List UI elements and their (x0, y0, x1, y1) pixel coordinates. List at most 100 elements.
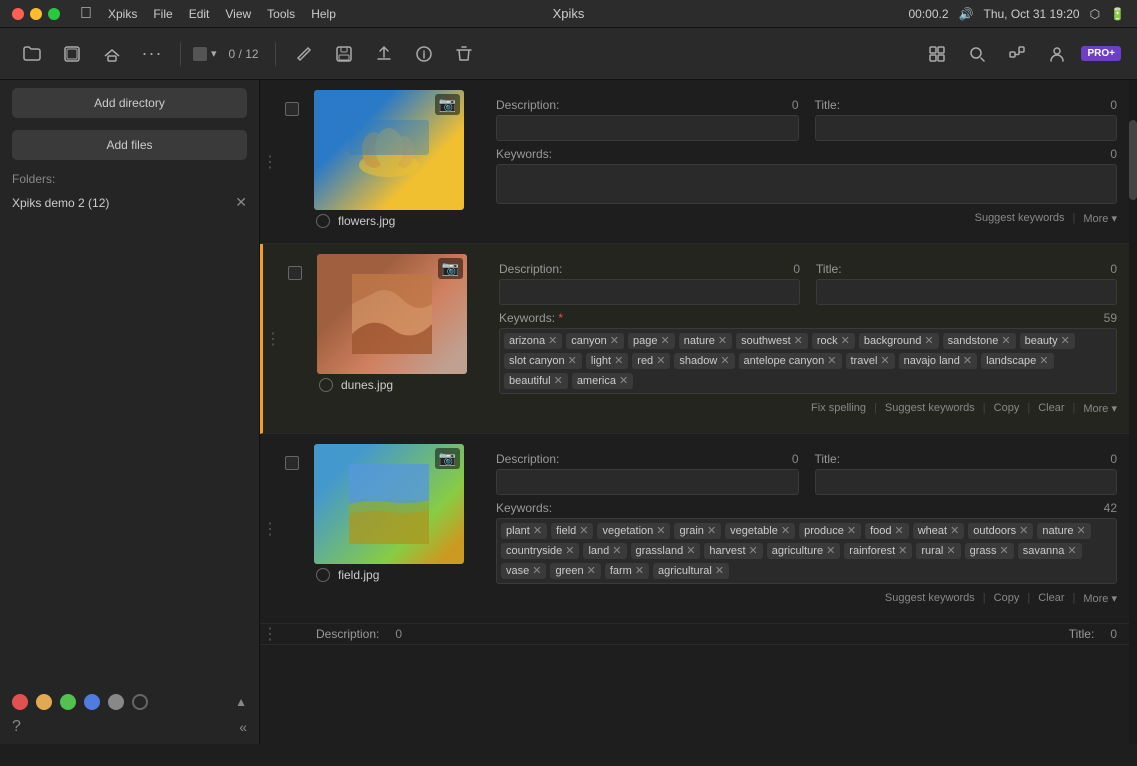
hat-icon[interactable] (96, 38, 128, 70)
remove-keyword-icon[interactable]: ✕ (880, 356, 889, 367)
remove-keyword-icon[interactable]: ✕ (898, 546, 907, 557)
remove-keyword-icon[interactable]: ✕ (548, 336, 557, 347)
menu-xpiks[interactable]: Xpiks (108, 7, 137, 21)
remove-keyword-icon[interactable]: ✕ (656, 356, 665, 367)
remove-keyword-icon[interactable]: ✕ (612, 546, 621, 557)
remove-keyword-icon[interactable]: ✕ (533, 526, 542, 537)
volume-icon[interactable]: 🔊 (959, 7, 974, 21)
remove-keyword-icon[interactable]: ✕ (1077, 526, 1086, 537)
remove-keyword-icon[interactable]: ✕ (950, 526, 959, 537)
color-dot-yellow[interactable] (36, 694, 52, 710)
remove-keyword-icon[interactable]: ✕ (619, 376, 628, 387)
grid-view-icon[interactable] (921, 38, 953, 70)
save-icon[interactable] (328, 38, 360, 70)
minimize-button[interactable] (30, 8, 42, 20)
suggest-keywords-link[interactable]: Suggest keywords (885, 592, 975, 605)
remove-keyword-icon[interactable]: ✕ (656, 526, 665, 537)
help-icon[interactable]: ? (12, 718, 21, 736)
remove-keyword-icon[interactable]: ✕ (686, 546, 695, 557)
radio-button[interactable] (319, 378, 333, 392)
title-input[interactable] (816, 279, 1117, 305)
image-checkbox[interactable] (288, 266, 302, 280)
remove-keyword-icon[interactable]: ✕ (963, 356, 972, 367)
remove-keyword-icon[interactable]: ✕ (718, 336, 727, 347)
drag-handle[interactable]: ⋮ (260, 444, 280, 613)
radio-button[interactable] (316, 214, 330, 228)
add-directory-button[interactable]: Add directory (12, 88, 247, 118)
remove-keyword-icon[interactable]: ✕ (532, 566, 541, 577)
keywords-container[interactable]: plant✕ field✕ vegetation✕ grain✕ vegetab… (496, 518, 1117, 584)
more-link[interactable]: More ▾ (1083, 402, 1117, 415)
remove-keyword-icon[interactable]: ✕ (847, 526, 856, 537)
remove-keyword-icon[interactable]: ✕ (1067, 546, 1076, 557)
image-checkbox[interactable] (285, 102, 299, 116)
remove-keyword-icon[interactable]: ✕ (579, 526, 588, 537)
keywords-container[interactable]: arizona✕ canyon✕ page✕ nature✕ southwest… (499, 328, 1117, 394)
info-icon[interactable] (408, 38, 440, 70)
remove-keyword-icon[interactable]: ✕ (1000, 546, 1009, 557)
sidebar-folder-item[interactable]: Xpiks demo 2 (12) ✕ (0, 190, 259, 215)
remove-keyword-icon[interactable]: ✕ (610, 336, 619, 347)
color-dot-red[interactable] (12, 694, 28, 710)
remove-keyword-icon[interactable]: ✕ (1061, 336, 1070, 347)
color-swatch-picker[interactable]: ▾ (193, 47, 217, 61)
title-input[interactable] (815, 115, 1118, 141)
remove-folder-icon[interactable]: ✕ (235, 194, 247, 211)
remove-keyword-icon[interactable]: ✕ (568, 356, 577, 367)
more-dots-icon[interactable]: ··· (136, 38, 168, 70)
description-input[interactable] (496, 469, 799, 495)
collapse-sidebar-icon[interactable]: « (239, 719, 247, 735)
color-dot-blue[interactable] (84, 694, 100, 710)
menu-file[interactable]: File (153, 7, 172, 21)
keywords-container[interactable] (496, 164, 1117, 204)
remove-keyword-icon[interactable]: ✕ (924, 336, 933, 347)
more-link[interactable]: More ▾ (1083, 592, 1117, 605)
remove-keyword-icon[interactable]: ✕ (635, 566, 644, 577)
description-input[interactable] (499, 279, 800, 305)
apple-icon[interactable]:  (80, 5, 92, 23)
menu-view[interactable]: View (225, 7, 251, 21)
add-files-button[interactable]: Add files (12, 130, 247, 160)
remove-keyword-icon[interactable]: ✕ (826, 546, 835, 557)
description-input[interactable] (496, 115, 799, 141)
bluetooth-icon[interactable]: ⬡ (1090, 7, 1100, 21)
color-dot-empty[interactable] (132, 694, 148, 710)
remove-keyword-icon[interactable]: ✕ (715, 566, 724, 577)
drag-handle[interactable]: ⋮ (260, 90, 280, 233)
more-link[interactable]: More ▾ (1083, 212, 1117, 225)
image-checkbox[interactable] (285, 456, 299, 470)
remove-keyword-icon[interactable]: ✕ (946, 546, 955, 557)
edit-icon[interactable] (288, 38, 320, 70)
camera-overlay-icon[interactable]: 📷 (435, 448, 460, 469)
color-dot-gray[interactable] (108, 694, 124, 710)
copy-link[interactable]: Copy (994, 402, 1020, 415)
remove-keyword-icon[interactable]: ✕ (794, 336, 803, 347)
remove-keyword-icon[interactable]: ✕ (895, 526, 904, 537)
suggest-keywords-link[interactable]: Suggest keywords (975, 212, 1065, 225)
camera-overlay-icon[interactable]: 📷 (438, 258, 463, 279)
remove-keyword-icon[interactable]: ✕ (565, 546, 574, 557)
remove-keyword-icon[interactable]: ✕ (614, 356, 623, 367)
folder-icon[interactable] (16, 38, 48, 70)
scrollbar-track[interactable] (1129, 80, 1137, 744)
remove-keyword-icon[interactable]: ✕ (781, 526, 790, 537)
camera-overlay-icon[interactable]: 📷 (435, 94, 460, 115)
remove-keyword-icon[interactable]: ✕ (827, 356, 836, 367)
battery-icon[interactable]: 🔋 (1110, 7, 1125, 21)
remove-keyword-icon[interactable]: ✕ (1019, 526, 1028, 537)
remove-keyword-icon[interactable]: ✕ (554, 376, 563, 387)
trash-icon[interactable] (448, 38, 480, 70)
color-dot-green[interactable] (60, 694, 76, 710)
remove-keyword-icon[interactable]: ✕ (720, 356, 729, 367)
radio-button[interactable] (316, 568, 330, 582)
title-input[interactable] (815, 469, 1118, 495)
remove-keyword-icon[interactable]: ✕ (587, 566, 596, 577)
maximize-button[interactable] (48, 8, 60, 20)
account-icon[interactable] (1041, 38, 1073, 70)
clear-link[interactable]: Clear (1038, 592, 1064, 605)
menu-tools[interactable]: Tools (267, 7, 295, 21)
scrollbar-thumb[interactable] (1129, 120, 1137, 200)
collapse-dots-icon[interactable]: ▲ (235, 695, 247, 709)
stack-icon[interactable] (56, 38, 88, 70)
suggest-keywords-link[interactable]: Suggest keywords (885, 402, 975, 415)
